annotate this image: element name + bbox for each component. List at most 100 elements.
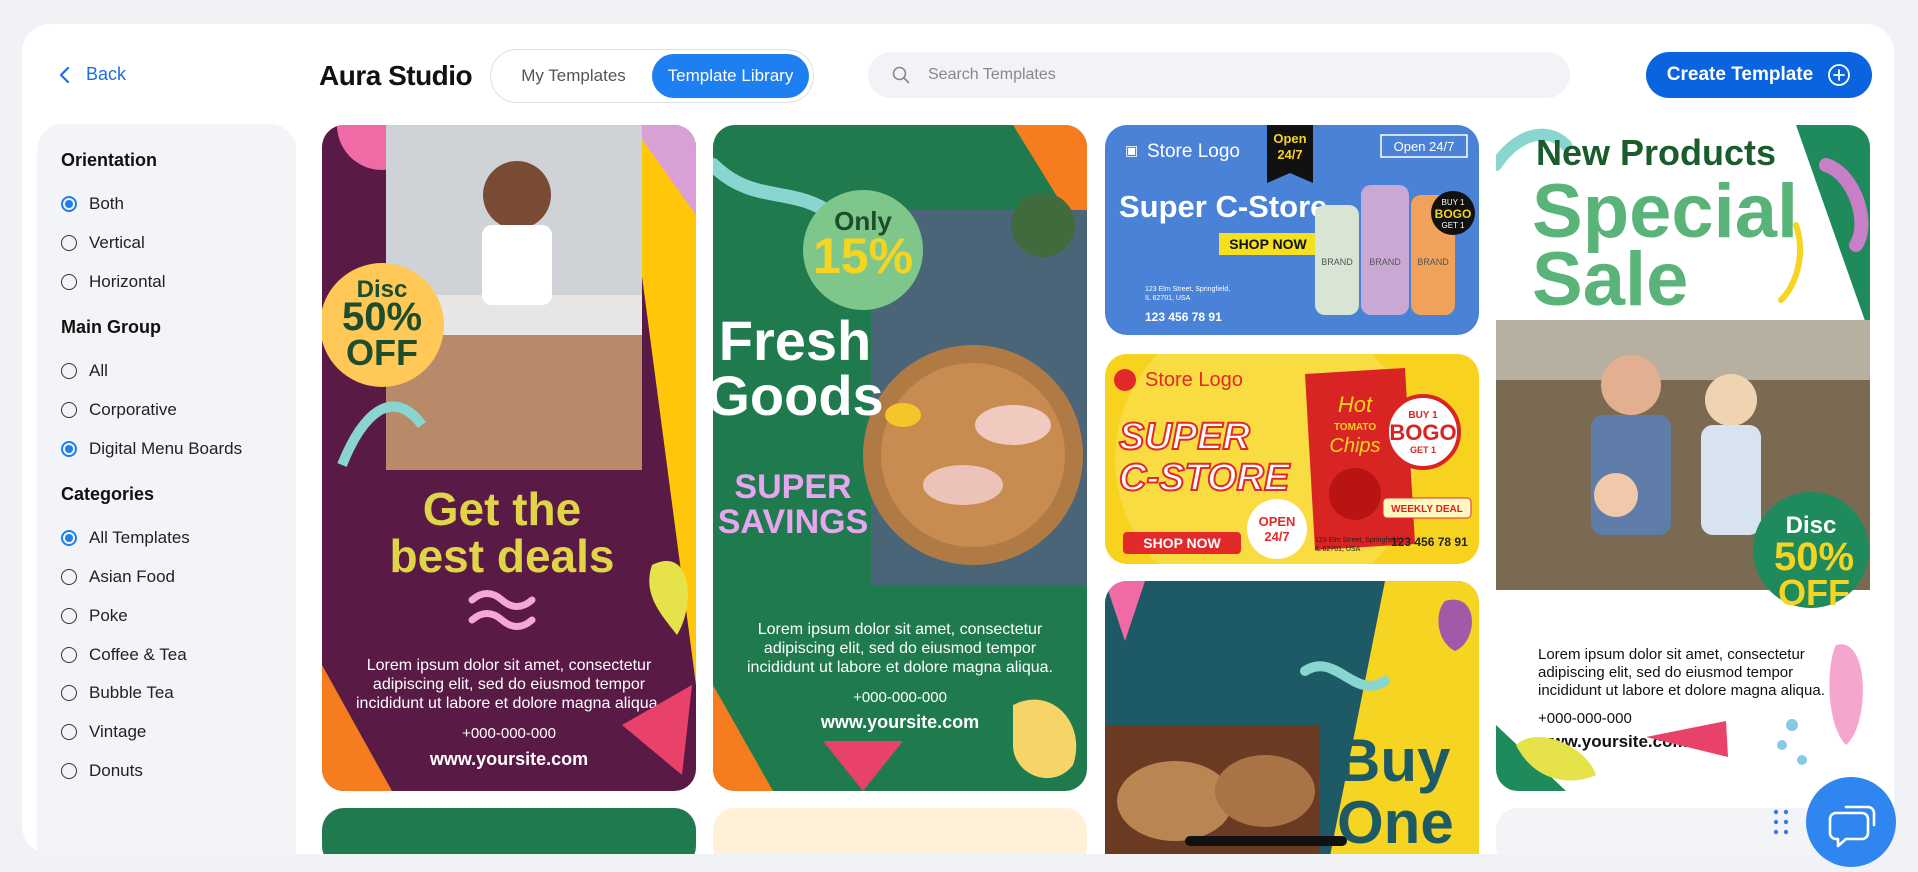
option-label: Asian Food — [89, 567, 175, 587]
drag-handle-icon[interactable] — [1772, 808, 1790, 836]
radio-icon — [61, 235, 77, 252]
create-template-label: Create Template — [1666, 64, 1814, 85]
template-card-buy-one[interactable]: Buy One — [1105, 581, 1479, 854]
t6-phone: +000-000-000 — [1538, 710, 1632, 727]
radio-category-all-templates[interactable]: All Templates — [61, 519, 272, 558]
radio-category-donuts[interactable]: Donuts — [61, 751, 272, 790]
radio-icon — [61, 273, 77, 290]
option-label: Bubble Tea — [89, 683, 174, 703]
t2-h2: Goods — [713, 364, 884, 427]
t3-get1: GET 1 — [1442, 221, 1466, 230]
radio-icon — [61, 402, 77, 419]
tab-template-library[interactable]: Template Library — [652, 54, 809, 98]
t4-weekly: WEEKLY DEAL — [1391, 504, 1463, 515]
t4-open-2: 24/7 — [1264, 529, 1289, 544]
tab-my-templates[interactable]: My Templates — [495, 54, 652, 98]
template-card-special-sale[interactable]: New Products Special Sale Disc 50% OFF L… — [1496, 125, 1870, 791]
template-preview-image: Store Logo SUPER C-STORE SHOP NOW OPEN 2… — [1105, 354, 1479, 564]
radio-category-poke[interactable]: Poke — [61, 597, 272, 636]
radio-group-corporative[interactable]: Corporative — [61, 391, 272, 430]
t4-cstore: C-STORE — [1119, 457, 1291, 499]
radio-icon — [61, 569, 77, 586]
t2-h1: Fresh — [719, 309, 872, 372]
template-card-super-c-store-yellow[interactable]: Store Logo SUPER C-STORE SHOP NOW OPEN 2… — [1105, 354, 1479, 564]
radio-orientation-horizontal[interactable]: Horizontal — [61, 262, 272, 301]
t4-logo: Store Logo — [1145, 369, 1243, 391]
t1-body-2: adipiscing elit, sed do eiusmod tempor — [373, 676, 646, 693]
t1-body-3: incididunt ut labore et dolore magna ali… — [356, 695, 662, 712]
option-label: Donuts — [89, 760, 143, 780]
t3-open-2: 24/7 — [1277, 147, 1302, 162]
t2-body-1: Lorem ipsum dolor sit amet, consectetur — [758, 621, 1043, 638]
radio-icon — [61, 762, 77, 779]
t3-bogo: BOGO — [1435, 207, 1472, 221]
back-label: Back — [86, 64, 127, 84]
template-preview-image: Only 15% Fresh Goods SUPER SAVINGS Lorem… — [713, 125, 1087, 791]
t3-logo: Store Logo — [1147, 141, 1240, 162]
categories-section: Categories All Templates Asian Food Poke… — [61, 484, 272, 790]
t3-phone: 123 456 78 91 — [1145, 310, 1222, 324]
t3-buy1: BUY 1 — [1442, 198, 1466, 207]
chat-button[interactable] — [1806, 777, 1896, 867]
chat-bubble-icon — [1828, 805, 1876, 848]
t4-super: SUPER — [1119, 416, 1250, 458]
orientation-section: Orientation Both Vertical Horizontal — [61, 150, 272, 301]
template-card-super-c-store-blue[interactable]: ▣ Store Logo Open 24/7 Open 24/7 Super C… — [1105, 125, 1479, 335]
radio-orientation-vertical[interactable]: Vertical — [61, 224, 272, 263]
search-bar[interactable] — [868, 52, 1570, 98]
radio-icon — [61, 607, 77, 624]
t2-pct: 15% — [813, 228, 913, 284]
template-card-fresh-goods[interactable]: Only 15% Fresh Goods SUPER SAVINGS Lorem… — [713, 125, 1087, 791]
radio-group-digital-menu-boards[interactable]: Digital Menu Boards — [61, 429, 272, 468]
t3-brand-2: BRAND — [1369, 257, 1401, 267]
radio-category-coffee-tea[interactable]: Coffee & Tea — [61, 635, 272, 674]
template-card-get-best-deals[interactable]: Disc 50% OFF Get the best deals Lorem ip… — [322, 125, 696, 791]
option-label: Horizontal — [89, 271, 166, 291]
option-label: Both — [89, 194, 124, 214]
template-card-peek-2[interactable] — [713, 808, 1087, 854]
t4-chips-1: Hot — [1338, 392, 1373, 417]
t2-s2: SAVINGS — [718, 503, 869, 541]
t3-shop: SHOP NOW — [1229, 236, 1307, 252]
create-template-button[interactable]: Create Template — [1646, 52, 1872, 98]
option-label: Digital Menu Boards — [89, 438, 243, 458]
radio-category-asian-food[interactable]: Asian Food — [61, 558, 272, 597]
t3-open-1: Open — [1273, 131, 1306, 146]
plus-circle-icon — [1828, 64, 1851, 86]
t3-addr-1: 123 Elm Street, Springfield, — [1145, 286, 1230, 293]
t4-chips-2: TOMATO — [1334, 422, 1376, 433]
t1-site: www.yoursite.com — [429, 749, 588, 769]
t6-body-1: Lorem ipsum dolor sit amet, consectetur — [1538, 646, 1805, 663]
t1-body-1: Lorem ipsum dolor sit amet, consectetur — [367, 657, 652, 674]
t1-headline-2: best deals — [390, 530, 615, 582]
template-preview-image: Disc 50% OFF Get the best deals Lorem ip… — [322, 125, 696, 791]
radio-group-all[interactable]: All — [61, 352, 272, 391]
option-label: Vintage — [89, 721, 147, 741]
t1-phone: +000-000-000 — [462, 725, 556, 742]
template-card-peek-1[interactable] — [322, 808, 696, 854]
t4-get1: GET 1 — [1410, 445, 1436, 455]
t6-h3: Sale — [1532, 237, 1688, 322]
t3-title: Super C-Store — [1119, 189, 1327, 224]
template-preview-image: New Products Special Sale Disc 50% OFF L… — [1496, 125, 1870, 791]
radio-orientation-both[interactable]: Both — [61, 185, 272, 224]
radio-icon — [61, 646, 77, 663]
option-label: Coffee & Tea — [89, 644, 187, 664]
t3-open-badge: Open 24/7 — [1394, 139, 1455, 154]
main-group-title: Main Group — [61, 317, 161, 338]
template-tabs: My Templates Template Library — [490, 49, 814, 103]
t3-bag-icon: ▣ — [1125, 142, 1138, 158]
radio-icon — [61, 723, 77, 740]
taskbar-indicator — [1185, 836, 1347, 846]
back-button[interactable]: Back — [58, 64, 126, 85]
radio-category-bubble-tea[interactable]: Bubble Tea — [61, 674, 272, 713]
t4-chips-3: Chips — [1329, 435, 1380, 457]
radio-icon — [61, 685, 77, 702]
t4-shop: SHOP NOW — [1143, 535, 1221, 551]
search-input[interactable] — [928, 66, 1528, 84]
t6-body-2: adipiscing elit, sed do eiusmod tempor — [1538, 664, 1793, 681]
radio-category-vintage[interactable]: Vintage — [61, 713, 272, 752]
chevron-left-icon — [59, 66, 70, 83]
radio-icon — [61, 196, 77, 213]
t2-s1: SUPER — [734, 468, 851, 506]
